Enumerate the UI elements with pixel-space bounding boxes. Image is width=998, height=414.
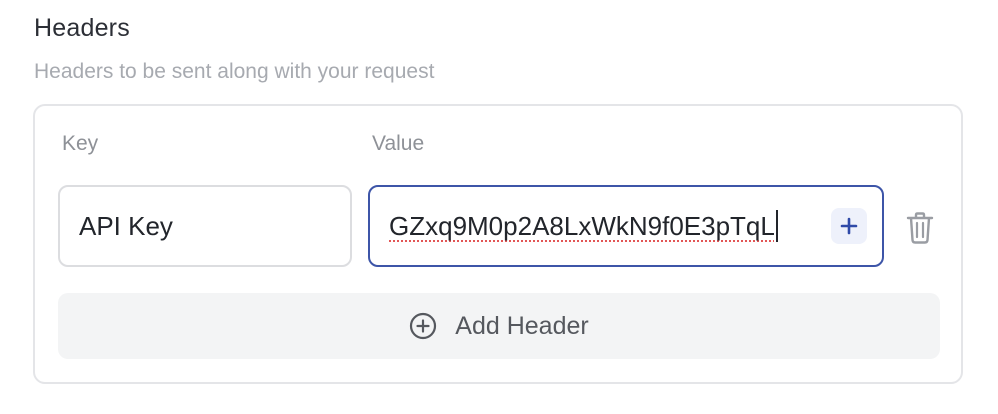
add-header-button[interactable]: Add Header: [58, 293, 940, 359]
text-caret: [775, 210, 778, 242]
add-header-label: Add Header: [455, 311, 589, 340]
section-title: Headers: [34, 14, 130, 42]
section-subtitle: Headers to be sent along with your reque…: [34, 60, 435, 83]
trash-icon: [906, 212, 934, 244]
header-value-text: GZxq9M0p2A8LxWkN9f0E3pTqL: [389, 210, 775, 241]
plus-icon: [840, 217, 858, 235]
header-key-input[interactable]: API Key: [58, 185, 352, 267]
delete-header-button[interactable]: [904, 210, 936, 246]
insert-variable-button[interactable]: [831, 208, 867, 244]
header-value-input[interactable]: GZxq9M0p2A8LxWkN9f0E3pTqL: [368, 185, 884, 267]
plus-circle-icon: [410, 312, 437, 340]
key-column-label: Key: [62, 132, 99, 155]
header-key-text: API Key: [79, 210, 173, 241]
value-column-label: Value: [372, 132, 425, 155]
